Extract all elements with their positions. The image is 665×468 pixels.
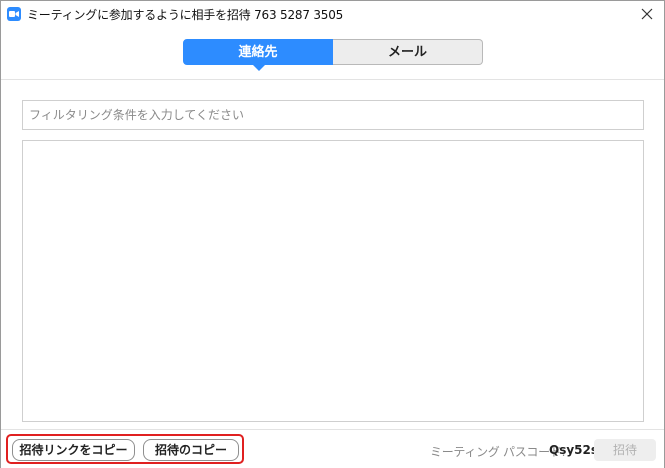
- tab-contacts-label: 連絡先: [238, 45, 278, 60]
- close-icon: [641, 8, 653, 20]
- copy-invite-link-button[interactable]: 招待リンクをコピー: [12, 439, 135, 461]
- close-button[interactable]: [636, 3, 658, 25]
- contacts-list[interactable]: [22, 140, 644, 422]
- tab-email-label: メール: [387, 45, 427, 60]
- tab-email[interactable]: メール: [333, 39, 483, 65]
- tab-bar: 連絡先 メール: [183, 39, 483, 71]
- zoom-app-icon: [7, 7, 21, 21]
- invite-button[interactable]: 招待: [594, 439, 656, 461]
- title-bar: ミーティングに参加するように相手を招待 763 5287 3505: [1, 1, 664, 27]
- footer-bar: 招待リンクをコピー 招待のコピー ミーティング パスコード: Qsy52s 招待: [1, 429, 664, 468]
- window-title: ミーティングに参加するように相手を招待 763 5287 3505: [27, 8, 344, 22]
- invite-dialog: ミーティングに参加するように相手を招待 763 5287 3505 連絡先 メー…: [0, 0, 665, 468]
- passcode-value: Qsy52s: [549, 443, 599, 457]
- tab-contacts[interactable]: 連絡先: [183, 39, 333, 71]
- contact-filter-input[interactable]: [22, 100, 644, 130]
- passcode-label: ミーティング パスコード:: [430, 445, 566, 459]
- selected-tab-pointer: [253, 65, 265, 71]
- tab-divider: [1, 79, 664, 80]
- copy-invitation-button[interactable]: 招待のコピー: [143, 439, 239, 461]
